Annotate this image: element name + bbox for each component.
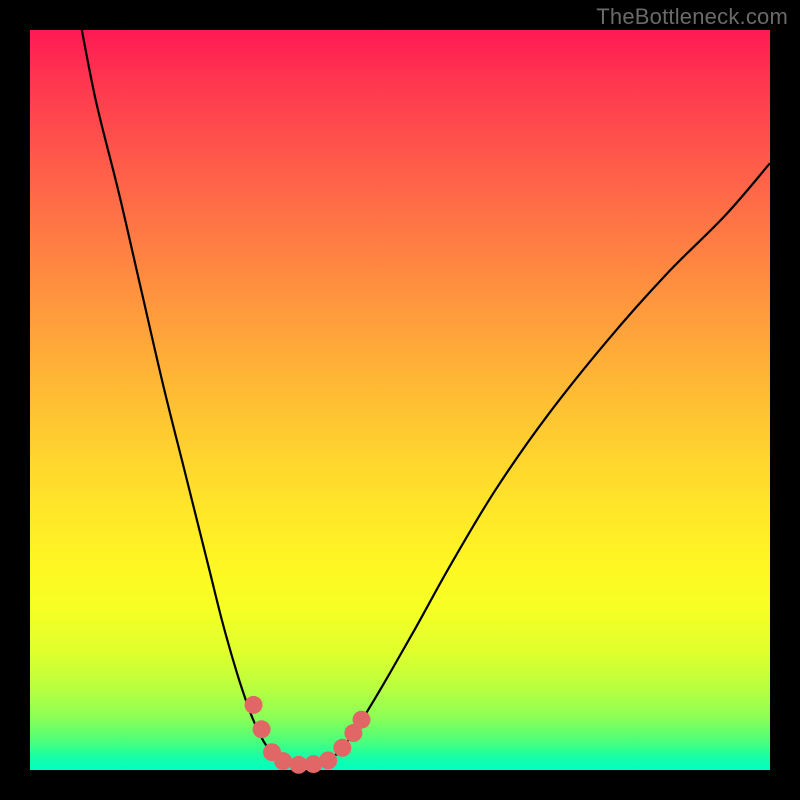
marker-point [319, 751, 337, 769]
markers-group [245, 696, 371, 774]
marker-point [333, 739, 351, 757]
chart-frame: TheBottleneck.com [0, 0, 800, 800]
plot-area [30, 30, 770, 770]
chart-svg [30, 30, 770, 770]
curve-path [82, 30, 770, 765]
watermark-text: TheBottleneck.com [596, 4, 788, 30]
marker-point [353, 711, 371, 729]
marker-point [245, 696, 263, 714]
marker-point [253, 720, 271, 738]
marker-point [274, 752, 292, 770]
